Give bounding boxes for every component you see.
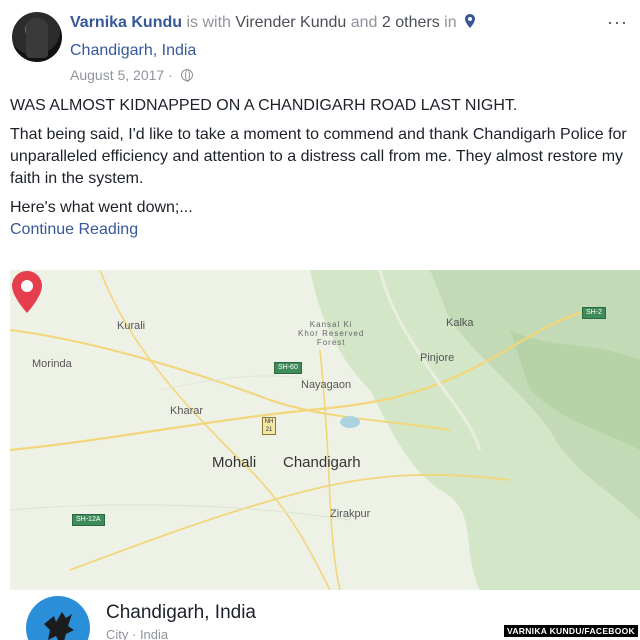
post-location[interactable]: Chandigarh, India bbox=[70, 42, 196, 60]
post-date[interactable]: August 5, 2017 · bbox=[70, 67, 173, 83]
road-badge-sh12a: SH-12A bbox=[72, 514, 105, 526]
map-label-mohali: Mohali bbox=[212, 454, 257, 471]
map-label-kalka: Kalka bbox=[446, 317, 474, 329]
continue-reading-link[interactable]: Continue Reading bbox=[10, 219, 630, 241]
place-category: City · India bbox=[106, 627, 169, 640]
map-label-kansal-forest: Kansal Ki Khor Reserved Forest bbox=[298, 320, 365, 347]
map-label-chandigarh: Chandigarh bbox=[283, 454, 361, 471]
place-name[interactable]: Chandigarh, India bbox=[106, 602, 256, 624]
tagged-others[interactable]: 2 others bbox=[382, 14, 440, 31]
post-paragraph: That being said, I'd like to take a mome… bbox=[10, 126, 627, 187]
location-map[interactable]: Kurali Morinda Kharar Mohali Chandigarh … bbox=[10, 270, 640, 590]
post-attribution: Varnika Kundu is with Virender Kundu and… bbox=[70, 14, 476, 32]
post-header: Varnika Kundu is with Virender Kundu and… bbox=[0, 0, 640, 90]
map-label-morinda: Morinda bbox=[32, 358, 72, 370]
map-label-nayagaon: Nayagaon bbox=[301, 379, 352, 391]
globe-icon bbox=[180, 69, 193, 82]
post-body: WAS ALMOST KIDNAPPED ON A CHANDIGARH ROA… bbox=[10, 95, 630, 241]
image-credit: VARNIKA KUNDU/FACEBOOK bbox=[504, 625, 638, 637]
road-badge-sh60: SH-60 bbox=[274, 362, 302, 374]
author-avatar[interactable] bbox=[12, 12, 62, 62]
in-text: in bbox=[444, 14, 457, 31]
map-label-pinjore: Pinjore bbox=[420, 352, 455, 364]
tagged-person[interactable]: Virender Kundu bbox=[235, 14, 346, 31]
post-meta: August 5, 2017 · bbox=[70, 67, 193, 83]
road-badge-nh21: NH 21 bbox=[262, 417, 276, 435]
post-lead-in: Here's what went down;... bbox=[10, 199, 193, 216]
map-label-kurali: Kurali bbox=[117, 320, 146, 332]
author-name[interactable]: Varnika Kundu bbox=[70, 14, 182, 31]
map-location-pin-icon[interactable] bbox=[10, 270, 44, 314]
map-label-kharar: Kharar bbox=[170, 405, 204, 417]
location-pin-icon bbox=[465, 14, 476, 28]
map-terrain bbox=[10, 270, 640, 590]
post-headline: WAS ALMOST KIDNAPPED ON A CHANDIGARH ROA… bbox=[10, 97, 518, 114]
map-label-zirakpur: Zirakpur bbox=[330, 508, 371, 520]
more-options-button[interactable]: ··· bbox=[607, 12, 628, 33]
is-with-text: is with bbox=[186, 14, 231, 31]
road-badge-sh2: SH-2 bbox=[582, 307, 606, 319]
